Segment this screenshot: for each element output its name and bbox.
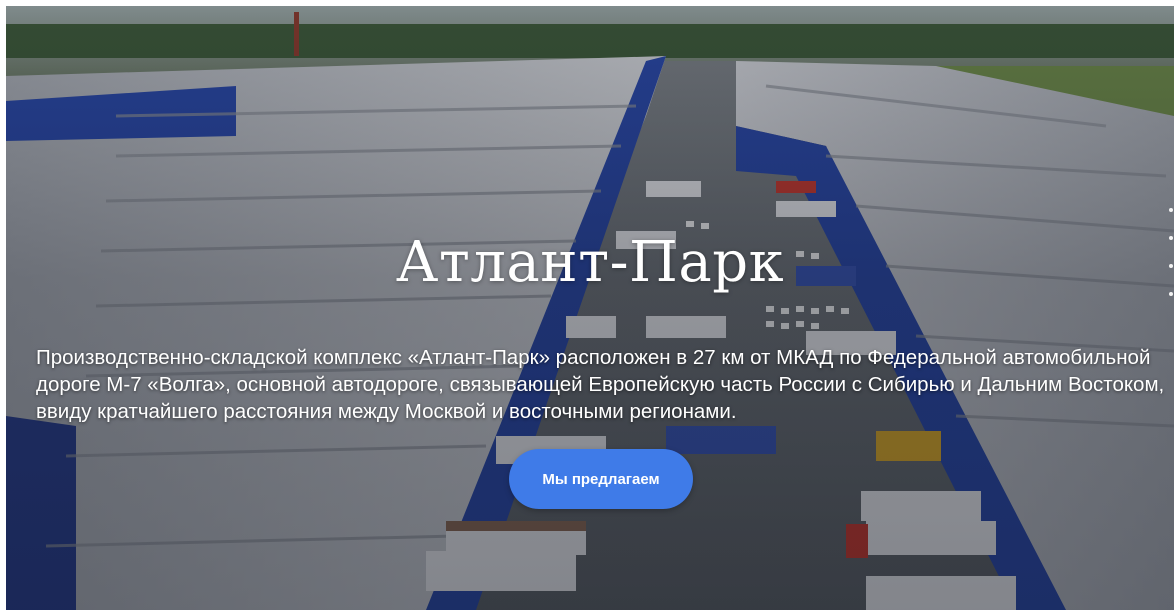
hero-title: Атлант-Парк	[395, 230, 785, 295]
hero-description: Производственно-складской комплекс «Атла…	[36, 346, 1165, 423]
slider-dot[interactable]	[1169, 292, 1173, 296]
slider-dot[interactable]	[1169, 236, 1173, 240]
slider-dot[interactable]	[1169, 264, 1173, 268]
hero-dark-overlay	[6, 6, 1174, 610]
hero-section: Атлант-Парк Производственно-складской ко…	[6, 6, 1174, 610]
we-offer-button[interactable]: Мы предлагаем	[509, 449, 693, 509]
slider-dot[interactable]	[1169, 208, 1173, 212]
